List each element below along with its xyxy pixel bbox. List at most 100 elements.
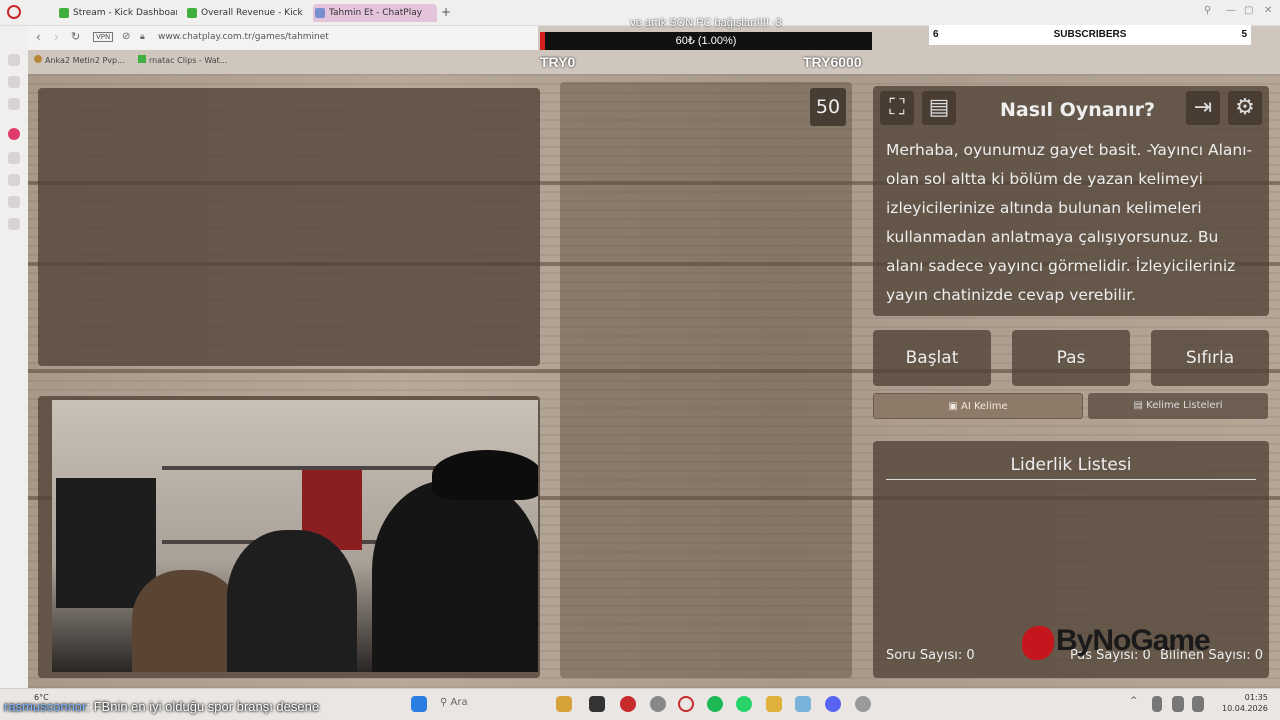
webcam-hat	[432, 450, 538, 500]
tab-overall-revenue[interactable]: Overall Revenue - Kick Da	[185, 4, 303, 22]
app-settings-icon[interactable]	[650, 696, 666, 712]
sidebar-extensions-icon[interactable]	[8, 196, 20, 208]
leaderboard-title: Liderlik Listesi	[1010, 455, 1132, 475]
chat-answers-panel	[560, 82, 852, 678]
gear-icon[interactable]: ⚙	[1228, 91, 1262, 125]
sidebar-settings-icon[interactable]	[8, 218, 20, 230]
chat-text: : FBnin en iyi olduğu spor branşı desene	[86, 699, 320, 714]
tracker-blocker-icon[interactable]: ⊘	[122, 31, 130, 42]
app-whatsapp-icon[interactable]	[736, 696, 752, 712]
ai-word-button[interactable]: ▣ AI Kelime	[873, 393, 1083, 419]
clock-date: 10.04.2026	[1222, 704, 1268, 713]
reload-icon[interactable]: ↻	[71, 30, 80, 43]
app-obs-icon[interactable]	[620, 696, 636, 712]
webcam-feed	[52, 400, 538, 672]
sidebar-download-icon[interactable]	[8, 174, 20, 186]
sidebar-wallet-icon[interactable]	[8, 98, 20, 110]
tray-volume-icon[interactable]	[1192, 696, 1204, 712]
subscribers-bar: 6 SUBSCRIBERS 5	[929, 25, 1251, 45]
sidebar-ai-icon[interactable]	[8, 54, 20, 66]
tray-chevron-icon[interactable]: ^	[1130, 696, 1140, 712]
app-crown-icon[interactable]	[556, 696, 572, 712]
bynogame-wordmark: ByNoGame	[1056, 624, 1211, 657]
subscribers-right-count: 5	[1241, 29, 1247, 40]
webcam-poster	[56, 478, 156, 608]
search-icon: ⚲	[440, 697, 451, 708]
taskbar-clock[interactable]: 01:35 10.04.2026	[1222, 692, 1268, 714]
browser-sidebar	[0, 26, 28, 688]
url-input[interactable]: www.chatplay.com.tr/games/tahminet	[158, 32, 329, 42]
sidebar-history-icon[interactable]	[8, 152, 20, 164]
donation-max-label: TRY6000	[803, 54, 862, 70]
fullscreen-icon[interactable]: ⛶	[880, 91, 914, 125]
document-icon[interactable]: ▤	[922, 91, 956, 125]
vpn-badge[interactable]: VPN	[93, 32, 114, 42]
timer-counter: 50	[810, 88, 846, 126]
chat-username: rasmusconnor	[4, 699, 87, 714]
bookmark-label: rnatac Clips - Wat...	[149, 56, 228, 65]
word-lists-button[interactable]: ▤ Kelime Listeleri	[1088, 393, 1268, 419]
tab-tahmin-et[interactable]: Tahmin Et - ChatPlay	[313, 4, 437, 22]
forward-icon[interactable]: ›	[54, 30, 59, 44]
howto-text: Merhaba, oyunumuz gayet basit. -Yayıncı …	[886, 141, 1253, 304]
close-icon[interactable]: ✕	[1264, 5, 1272, 16]
tray-mic-icon[interactable]	[1152, 696, 1162, 712]
app-discord-icon[interactable]	[825, 696, 841, 712]
pass-button[interactable]: Pas	[1012, 330, 1130, 386]
lock-icon[interactable]: 🔒︎	[140, 32, 145, 42]
back-icon[interactable]: ‹	[36, 30, 41, 44]
tab-label: Overall Revenue - Kick Da	[201, 8, 303, 18]
windows-start-icon[interactable]	[411, 696, 427, 712]
webcam-person	[227, 530, 357, 672]
webcam-person	[372, 480, 538, 672]
maximize-icon[interactable]: ▢	[1244, 5, 1253, 16]
app-folder-icon[interactable]	[766, 696, 782, 712]
minimize-icon[interactable]: —	[1226, 5, 1236, 16]
app-gear-icon[interactable]	[855, 696, 871, 712]
list-icon: ▤	[1133, 400, 1147, 411]
new-tab-icon[interactable]: +	[441, 5, 451, 19]
word-lists-label: Kelime Listeleri	[1146, 400, 1223, 411]
bookmark-item[interactable]: rnatac Clips - Wat...	[138, 55, 227, 65]
search-tabs-icon[interactable]: ⚲	[1204, 5, 1211, 16]
bookmark-favicon-icon	[34, 55, 42, 63]
reset-button[interactable]: Sıfırla	[1151, 330, 1269, 386]
tab-label: Tahmin Et - ChatPlay	[329, 8, 423, 18]
subscribers-label: SUBSCRIBERS	[1053, 29, 1127, 40]
donation-progress-text: 60₺ (1.00%)	[675, 35, 737, 47]
app-l-icon[interactable]	[589, 696, 605, 712]
chatplay-favicon-icon	[315, 8, 325, 18]
bynogame-mark-icon	[1022, 626, 1054, 660]
app-opera-icon[interactable]	[678, 696, 694, 712]
bynogame-logo: ByNoGame	[1022, 624, 1262, 666]
clock-time: 01:35	[1244, 693, 1268, 702]
tray-network-icon[interactable]	[1172, 696, 1184, 712]
bookmark-label: Anka2 Metin2 Pvp...	[45, 56, 125, 65]
start-button[interactable]: Başlat	[873, 330, 991, 386]
bookmark-item[interactable]: Anka2 Metin2 Pvp...	[34, 55, 125, 65]
tab-kick-dashboard[interactable]: Stream - Kick Dashboard	[57, 4, 177, 22]
webcam-person	[132, 570, 242, 672]
ai-word-label: AI Kelime	[961, 401, 1008, 412]
app-network-icon[interactable]	[795, 696, 811, 712]
chat-overlay-message: rasmusconnor: FBnin en iyi olduğu spor b…	[4, 699, 319, 714]
donation-min-label: TRY0	[540, 54, 576, 70]
tab-label: Stream - Kick Dashboard	[73, 8, 177, 18]
logout-icon[interactable]: ⇥	[1186, 91, 1220, 125]
question-count: Soru Sayısı: 0	[886, 648, 975, 663]
bookmarks-bar: Anka2 Metin2 Pvp... rnatac Clips - Wat..…	[28, 52, 538, 70]
taskbar-search[interactable]: ⚲ Ara	[440, 697, 468, 708]
kick-favicon-icon	[187, 8, 197, 18]
kick-favicon-icon	[138, 55, 146, 63]
streamer-area-panel	[38, 88, 540, 366]
sidebar-bag-icon[interactable]	[8, 76, 20, 88]
kick-favicon-icon	[59, 8, 69, 18]
leaderboard-divider	[886, 479, 1256, 480]
opera-logo-icon[interactable]	[7, 5, 21, 19]
donation-goal-title: ve artık SON PC bağışları!!!! -3	[630, 17, 782, 29]
app-spotify-icon[interactable]	[707, 696, 723, 712]
sidebar-music-icon[interactable]	[8, 128, 20, 140]
taskbar-search-placeholder: Ara	[450, 697, 468, 708]
donation-progress-bar: 60₺ (1.00%)	[540, 32, 872, 50]
howto-title: Nasıl Oynanır?	[1000, 99, 1155, 121]
